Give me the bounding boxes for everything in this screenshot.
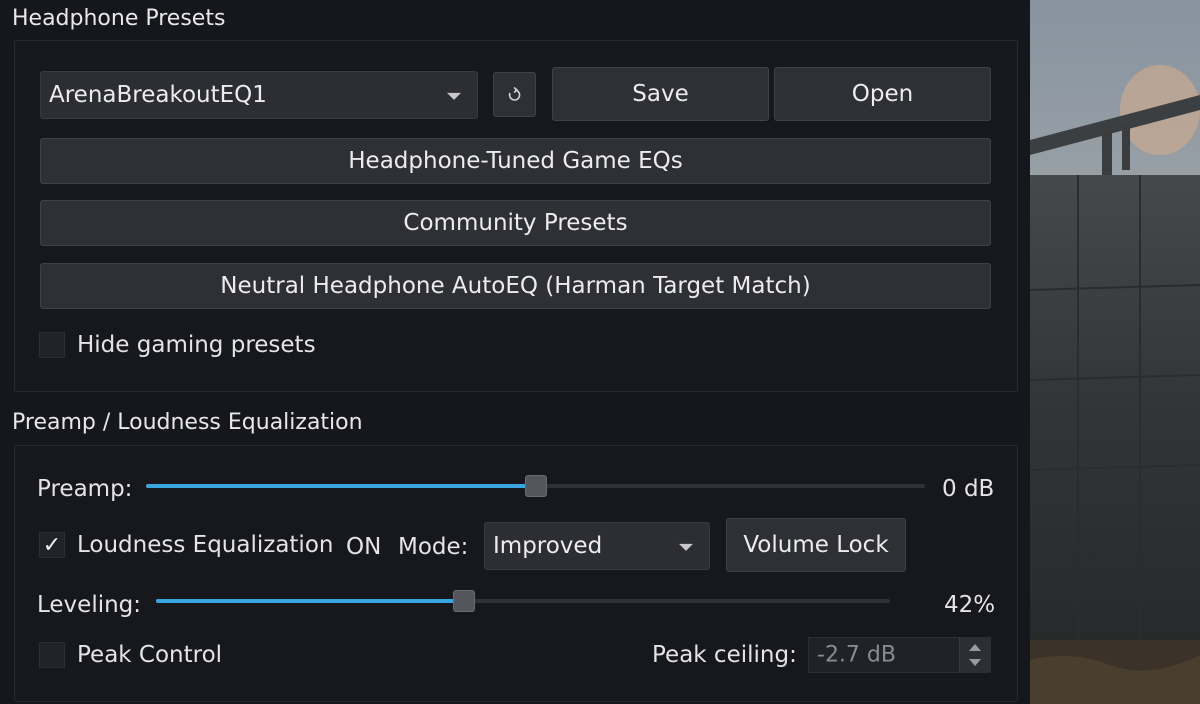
leveling-slider[interactable] — [156, 590, 890, 612]
peak-control-checkbox[interactable] — [39, 642, 65, 668]
headphone-presets-title: Headphone Presets — [12, 6, 226, 31]
mode-select-value: Improved — [493, 533, 603, 559]
headphone-presets-group: ArenaBreakoutEQ1 Save Open Headphone-Tun… — [14, 40, 1018, 392]
hide-gaming-label: Hide gaming presets — [77, 332, 316, 358]
checkmark-icon: ✓ — [42, 532, 62, 558]
loudness-state: ON — [346, 534, 382, 560]
mode-select[interactable]: Improved — [484, 522, 710, 570]
preamp-loudness-title: Preamp / Loudness Equalization — [12, 410, 363, 435]
preamp-slider-fill — [146, 484, 536, 488]
loudness-checkbox[interactable]: ✓ — [39, 532, 65, 558]
loudness-label: Loudness Equalization — [77, 532, 334, 558]
preamp-slider[interactable] — [146, 475, 925, 497]
game-eqs-button[interactable]: Headphone-Tuned Game EQs — [40, 138, 991, 184]
chevron-up-icon[interactable] — [969, 644, 981, 651]
game-scene-art — [1030, 0, 1200, 704]
peak-ceiling-label: Peak ceiling: — [652, 642, 797, 668]
preset-select-value: ArenaBreakoutEQ1 — [49, 82, 267, 108]
volume-lock-button[interactable]: Volume Lock — [726, 518, 906, 572]
peak-control-label: Peak Control — [77, 642, 223, 668]
preamp-value: 0 dB — [942, 476, 995, 502]
peak-ceiling-spinbox[interactable]: -2.7 dB — [808, 637, 991, 673]
chevron-down-icon[interactable] — [969, 659, 981, 666]
autoeq-button[interactable]: Neutral Headphone AutoEQ (Harman Target … — [40, 263, 991, 309]
app-window: Headphone Presets ArenaBreakoutEQ1 Save … — [0, 0, 1200, 704]
refresh-icon — [508, 86, 520, 101]
leveling-slider-fill — [156, 599, 465, 603]
game-background-image — [1030, 0, 1200, 704]
preset-select[interactable]: ArenaBreakoutEQ1 — [40, 71, 478, 119]
open-button[interactable]: Open — [774, 67, 991, 121]
peak-ceiling-stepper[interactable] — [959, 638, 990, 672]
hide-gaming-checkbox[interactable] — [39, 332, 65, 358]
chevron-down-icon — [447, 92, 461, 100]
chevron-down-icon — [679, 543, 693, 551]
leveling-slider-handle[interactable] — [453, 590, 476, 612]
preamp-slider-handle[interactable] — [524, 475, 547, 497]
preamp-label: Preamp: — [37, 476, 133, 502]
save-button[interactable]: Save — [552, 67, 769, 121]
mode-label: Mode: — [398, 534, 469, 560]
leveling-label: Leveling: — [37, 592, 142, 618]
settings-panel: Headphone Presets ArenaBreakoutEQ1 Save … — [0, 0, 1030, 704]
community-presets-button[interactable]: Community Presets — [40, 200, 991, 246]
refresh-preset-button[interactable] — [493, 72, 536, 117]
preamp-loudness-group: Preamp: 0 dB ✓ Loudness Equalization ON … — [14, 445, 1018, 702]
peak-ceiling-value: -2.7 dB — [817, 642, 896, 668]
leveling-value: 42% — [944, 592, 996, 618]
